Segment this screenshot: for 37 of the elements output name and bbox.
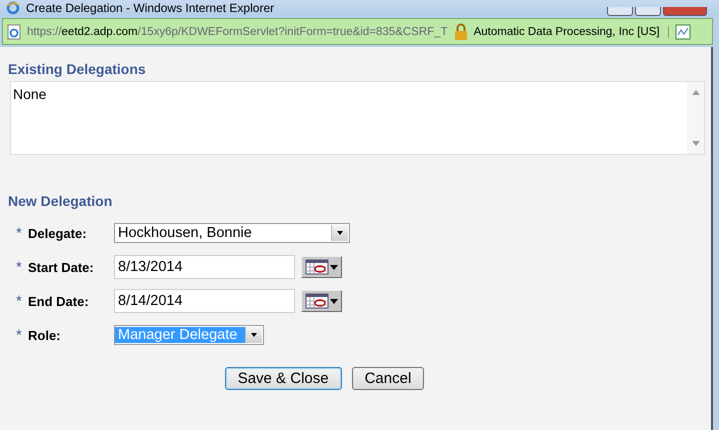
dropdown[interactable]: Hockhousen, Bonnie: [114, 223, 350, 243]
dropdown-value: Manager Delegate: [115, 327, 245, 343]
caret-icon: [330, 264, 338, 270]
window-title: Create Delegation - Windows Internet Explorer: [26, 1, 274, 15]
url-text: https://eetd2.adp.com/15xy6p/KDWEFormServlet?initForm=true&id=835&CSRF_T: [27, 26, 448, 38]
required-mark: *: [16, 258, 23, 276]
empty-text: None: [12, 85, 48, 104]
calendar-button[interactable]: [301, 290, 342, 312]
dropdown-value: Hockhousen, Bonnie: [117, 225, 253, 241]
required-mark: *: [16, 224, 23, 242]
calendar-button[interactable]: [301, 256, 342, 278]
minimize-button[interactable]: [607, 7, 633, 16]
field-label: Start Date:: [28, 260, 95, 274]
date-field[interactable]: 8/14/2014: [114, 289, 295, 313]
field-label: Delegate:: [28, 226, 88, 240]
field-label: Role:: [28, 328, 62, 342]
required-mark: *: [16, 292, 23, 310]
caret-icon: [330, 298, 338, 304]
calendar-icon: [305, 259, 329, 275]
date-field[interactable]: 8/13/2014: [114, 255, 295, 279]
scrollbar[interactable]: [687, 82, 704, 154]
address-bar[interactable]: https://eetd2.adp.com/15xy6p/KDWEFormServlet?initForm=true&id=835&CSRF_T Automatic Data Processing, Inc [US]: [2, 18, 713, 45]
lock-icon: [454, 22, 468, 40]
scroll-down-icon[interactable]: [692, 141, 700, 146]
calendar-icon: [305, 293, 329, 309]
certificate-label[interactable]: Automatic Data Processing, Inc [US]: [474, 26, 669, 38]
browser-icon: [6, 1, 20, 15]
dialog-button[interactable]: Cancel: [352, 367, 424, 390]
maximize-button[interactable]: [635, 7, 661, 16]
compatibility-icon[interactable]: [674, 24, 691, 40]
dialog-button[interactable]: Save & Close: [224, 367, 342, 390]
section-heading: New Delegation: [8, 193, 114, 209]
field-label: End Date:: [28, 294, 90, 308]
scroll-up-icon[interactable]: [692, 90, 700, 95]
section-heading: Existing Delegations: [8, 61, 147, 77]
page-icon: [7, 24, 21, 40]
required-mark: *: [16, 326, 23, 344]
